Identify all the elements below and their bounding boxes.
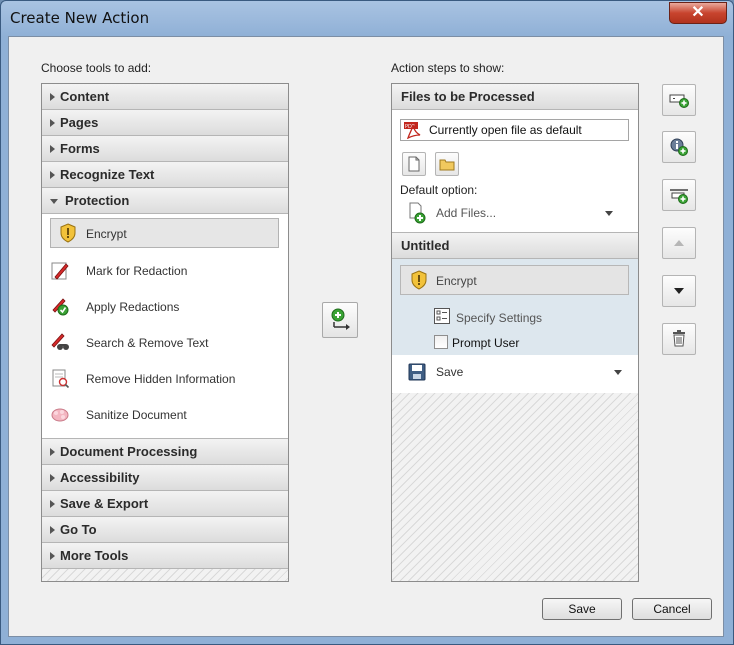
tools-heading: Choose tools to add:	[41, 61, 152, 75]
chevron-down-icon	[605, 211, 613, 216]
steps-heading: Action steps to show:	[391, 61, 505, 75]
add-panel-separator-button[interactable]	[662, 179, 696, 211]
collapse-arrow-icon	[50, 199, 58, 204]
category-protection[interactable]: Protection	[42, 188, 288, 214]
add-files-dropdown[interactable]: Add Files...	[406, 201, 628, 225]
steps-panel: Files to be Processed PDF Currently open…	[391, 83, 639, 582]
category-accessibility[interactable]: Accessibility	[42, 465, 288, 491]
sanitize-icon	[51, 408, 69, 422]
instruction-icon	[670, 138, 688, 156]
apply-redactions-icon	[52, 298, 69, 316]
category-pages[interactable]: Pages	[42, 110, 288, 136]
title-bar[interactable]: Create New Action ✕	[1, 1, 733, 37]
search-remove-icon	[51, 333, 69, 350]
group-header[interactable]: Untitled	[392, 233, 638, 259]
trash-icon	[673, 330, 685, 347]
window-title: Create New Action	[10, 9, 150, 27]
arrow-up-icon	[674, 240, 684, 246]
step-encrypt[interactable]: Encrypt	[400, 265, 629, 295]
tool-apply-redactions[interactable]: Apply Redactions	[42, 290, 288, 326]
mark-redaction-icon	[51, 262, 69, 280]
add-folder-button[interactable]	[435, 152, 459, 176]
encrypt-shield-icon	[60, 223, 76, 243]
insert-step-icon	[669, 94, 689, 108]
action-group: Encrypt Specify Settings Prompt User Sav…	[392, 259, 638, 391]
step-save[interactable]: Save	[392, 355, 638, 391]
save-disk-icon	[408, 363, 426, 381]
settings-list-icon	[434, 308, 450, 324]
expand-arrow-icon	[50, 145, 55, 153]
category-save-export[interactable]: Save & Export	[42, 491, 288, 517]
expand-arrow-icon	[50, 448, 55, 456]
expand-arrow-icon	[50, 119, 55, 127]
add-to-steps-button[interactable]	[322, 302, 358, 338]
expand-arrow-icon	[50, 93, 55, 101]
category-forms[interactable]: Forms	[42, 136, 288, 162]
insert-step-button[interactable]	[662, 84, 696, 116]
tool-mark-for-redaction[interactable]: Mark for Redaction	[42, 254, 288, 290]
dialog-body: Choose tools to add: Action steps to sho…	[8, 36, 724, 637]
expand-arrow-icon	[50, 526, 55, 534]
save-button[interactable]: Save	[542, 598, 622, 620]
tool-sanitize-document[interactable]: Sanitize Document	[42, 398, 288, 434]
arrow-down-icon	[674, 288, 684, 294]
specify-settings-link[interactable]: Specify Settings	[434, 307, 624, 327]
files-section: PDF Currently open file as default Defau…	[392, 110, 638, 233]
empty-area	[392, 393, 638, 581]
files-header: Files to be Processed	[392, 84, 638, 110]
separator-icon	[670, 189, 688, 204]
add-files-icon	[409, 202, 426, 224]
category-more-tools[interactable]: More Tools	[42, 543, 288, 569]
encrypt-shield-icon	[411, 270, 427, 290]
expand-arrow-icon	[50, 552, 55, 560]
tools-panel: Content Pages Forms Recognize Text Prote…	[41, 83, 289, 582]
expand-arrow-icon	[50, 171, 55, 179]
add-arrow-icon	[331, 308, 350, 330]
prompt-user-option[interactable]: Prompt User	[434, 333, 624, 353]
expand-arrow-icon	[50, 474, 55, 482]
close-button[interactable]: ✕	[669, 2, 727, 24]
category-recognize-text[interactable]: Recognize Text	[42, 162, 288, 188]
cancel-button[interactable]: Cancel	[632, 598, 712, 620]
default-option-label: Default option:	[400, 183, 478, 197]
chevron-down-icon[interactable]	[614, 370, 622, 375]
category-content[interactable]: Content	[42, 84, 288, 110]
tool-encrypt[interactable]: Encrypt	[50, 218, 279, 248]
delete-step-button[interactable]	[662, 323, 696, 355]
expand-arrow-icon	[50, 500, 55, 508]
move-up-button[interactable]	[662, 227, 696, 259]
remove-hidden-icon	[52, 369, 70, 388]
folder-icon	[439, 159, 455, 171]
blank-page-icon	[408, 156, 420, 172]
category-document-processing[interactable]: Document Processing	[42, 439, 288, 465]
category-go-to[interactable]: Go To	[42, 517, 288, 543]
add-file-button[interactable]	[402, 152, 426, 176]
empty-area	[42, 569, 288, 581]
add-instruction-button[interactable]	[662, 131, 696, 163]
move-down-button[interactable]	[662, 275, 696, 307]
protection-tool-list: Encrypt Mark for Redaction Apply Redacti…	[42, 214, 288, 439]
tool-remove-hidden-information[interactable]: Remove Hidden Information	[42, 362, 288, 398]
prompt-user-checkbox[interactable]	[434, 335, 448, 349]
pdf-file-icon: PDF	[404, 122, 421, 139]
file-source-field[interactable]: PDF Currently open file as default	[400, 119, 629, 141]
tool-search-remove-text[interactable]: Search & Remove Text	[42, 326, 288, 362]
